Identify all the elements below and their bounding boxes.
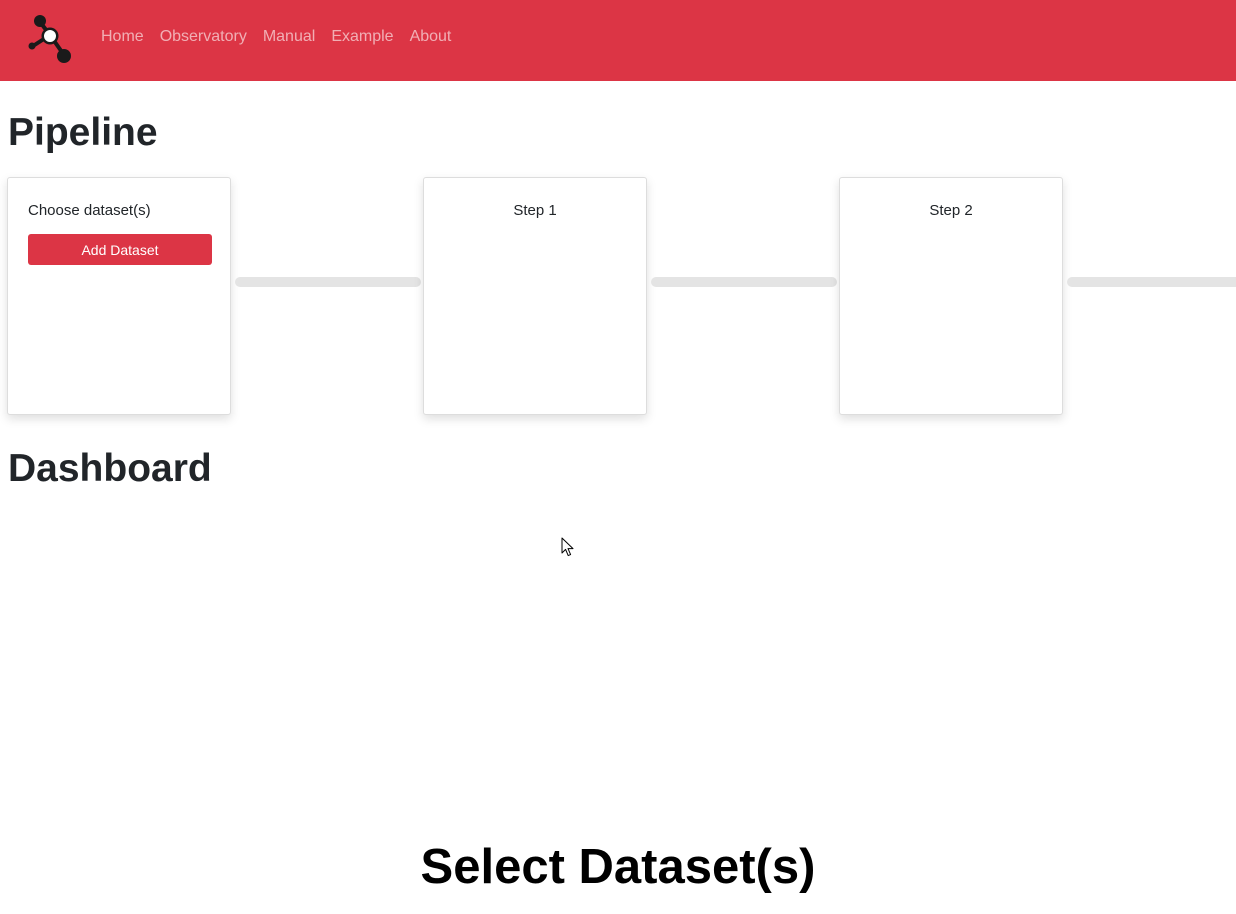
navbar: Home Observatory Manual Example About bbox=[0, 0, 1236, 81]
nav-link-observatory[interactable]: Observatory bbox=[160, 28, 247, 46]
pipeline-connector bbox=[1067, 277, 1236, 287]
add-dataset-button[interactable]: Add Dataset bbox=[28, 234, 212, 265]
nav-link-example[interactable]: Example bbox=[331, 28, 393, 46]
step-2-label: Step 2 bbox=[929, 202, 973, 219]
pipeline-connector bbox=[651, 277, 837, 287]
nav-link-manual[interactable]: Manual bbox=[263, 28, 315, 46]
network-graph-icon[interactable] bbox=[26, 13, 76, 65]
nav-menu: Home Observatory Manual Example About bbox=[101, 28, 451, 46]
pipeline-card-step-1: Step 1 bbox=[423, 177, 647, 415]
mouse-pointer-icon bbox=[561, 537, 574, 557]
pipeline-title: Pipeline bbox=[8, 111, 158, 154]
pipeline-card-step-2: Step 2 bbox=[839, 177, 1063, 415]
pipeline-connector bbox=[235, 277, 421, 287]
dashboard-title: Dashboard bbox=[8, 447, 212, 490]
caption-text: Select Dataset(s) bbox=[420, 840, 816, 894]
pipeline-card-dataset: Choose dataset(s) Add Dataset bbox=[7, 177, 231, 415]
nav-link-about[interactable]: About bbox=[410, 28, 452, 46]
nav-link-home[interactable]: Home bbox=[101, 28, 144, 46]
choose-dataset-label: Choose dataset(s) bbox=[28, 202, 151, 219]
step-1-label: Step 1 bbox=[513, 202, 557, 219]
